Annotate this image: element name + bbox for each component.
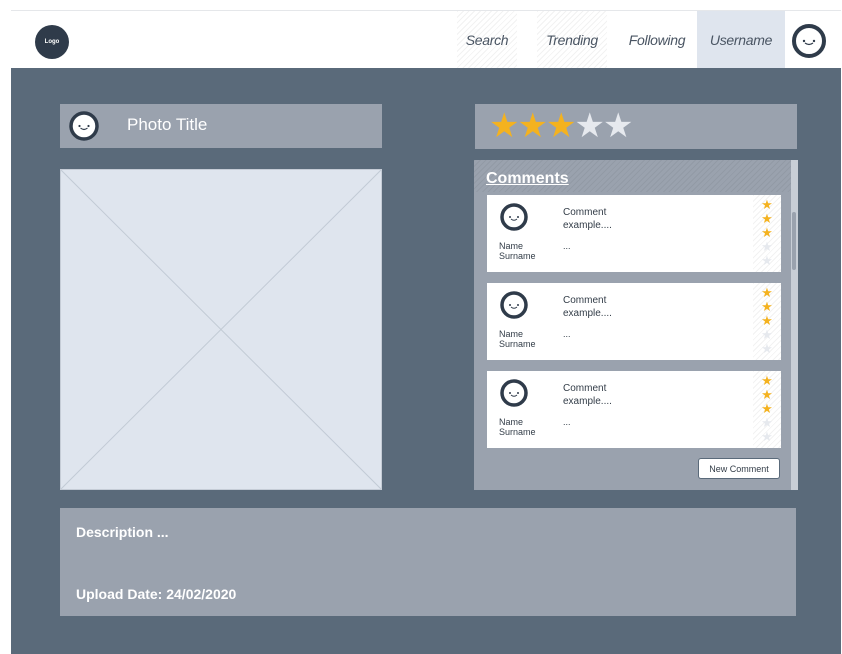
new-comment-button[interactable]: New Comment bbox=[698, 458, 780, 479]
commenter-name: Name Surname bbox=[499, 329, 536, 349]
top-nav-bar: Logo Search Trending Following Username bbox=[11, 10, 841, 69]
comment-text: Comment example.... bbox=[563, 206, 643, 232]
comments-header: Comments bbox=[474, 160, 792, 192]
upload-date: Upload Date: 24/02/2020 bbox=[76, 586, 237, 602]
star-filled-icon[interactable]: ★ bbox=[489, 107, 520, 145]
comment-text-line: example.... bbox=[563, 220, 612, 231]
comment-text-line: Comment bbox=[563, 383, 607, 394]
commenter-first-name: Name bbox=[499, 241, 524, 251]
comment-rating-stars: ★ ★ ★ ★ ★ bbox=[753, 283, 781, 360]
comment-card: Name Surname Comment example.... ... ★ ★ ★… bbox=[487, 195, 781, 272]
app-frame: Logo Search Trending Following Username bbox=[11, 10, 841, 654]
comment-more-text: ... bbox=[563, 241, 571, 251]
comment-text-line: Comment bbox=[563, 295, 607, 306]
commenter-surname: Surname bbox=[499, 427, 536, 437]
star-empty-icon: ★ bbox=[761, 415, 773, 430]
star-filled-icon: ★ bbox=[761, 285, 773, 300]
comment-card: Name Surname Comment example.... ... ★ ★ ★… bbox=[487, 371, 781, 448]
logo[interactable]: Logo bbox=[35, 25, 69, 59]
star-filled-icon: ★ bbox=[761, 313, 773, 328]
star-filled-icon: ★ bbox=[761, 387, 773, 402]
main-content: Photo Title ★★★★★ Comments Name Surname … bbox=[11, 68, 841, 654]
photo-description: Description ... bbox=[76, 524, 169, 540]
photo-title-bar: Photo Title bbox=[60, 104, 382, 148]
comment-text-line: Comment bbox=[563, 207, 607, 218]
star-filled-icon: ★ bbox=[761, 299, 773, 314]
user-avatar-icon[interactable] bbox=[791, 23, 827, 59]
commenter-first-name: Name bbox=[499, 329, 524, 339]
star-empty-icon: ★ bbox=[761, 429, 773, 444]
commenter-surname: Surname bbox=[499, 251, 536, 261]
nav-trending[interactable]: Trending bbox=[537, 11, 607, 69]
commenter-avatar-icon[interactable] bbox=[499, 202, 529, 232]
star-filled-icon: ★ bbox=[761, 211, 773, 226]
comment-rating-stars: ★ ★ ★ ★ ★ bbox=[753, 195, 781, 272]
comment-rating-stars: ★ ★ ★ ★ ★ bbox=[753, 371, 781, 448]
commenter-first-name: Name bbox=[499, 417, 524, 427]
photo-rating-bar: ★★★★★ bbox=[475, 104, 797, 149]
comment-text-line: example.... bbox=[563, 308, 612, 319]
photo-rating-stars[interactable]: ★★★★★ bbox=[489, 107, 634, 145]
star-filled-icon: ★ bbox=[761, 373, 773, 388]
author-avatar-icon[interactable] bbox=[68, 110, 100, 142]
commenter-avatar-icon[interactable] bbox=[499, 378, 529, 408]
comment-text-line: example.... bbox=[563, 396, 612, 407]
star-empty-icon: ★ bbox=[761, 253, 773, 268]
scrollbar-thumb[interactable] bbox=[792, 212, 796, 270]
commenter-name: Name Surname bbox=[499, 241, 536, 261]
comment-card: Name Surname Comment example.... ... ★ ★ ★… bbox=[487, 283, 781, 360]
star-empty-icon[interactable]: ★ bbox=[574, 107, 605, 145]
star-empty-icon: ★ bbox=[761, 239, 773, 254]
star-filled-icon: ★ bbox=[761, 401, 773, 416]
star-empty-icon: ★ bbox=[761, 327, 773, 342]
comment-more-text: ... bbox=[563, 417, 571, 427]
comment-text: Comment example.... bbox=[563, 382, 643, 408]
comments-scrollbar[interactable] bbox=[791, 160, 798, 490]
comments-panel: Comments Name Surname Comment example...… bbox=[474, 160, 798, 490]
nav-search[interactable]: Search bbox=[457, 11, 517, 69]
star-filled-icon[interactable]: ★ bbox=[546, 107, 577, 145]
photo-placeholder-image bbox=[60, 169, 382, 490]
photo-title: Photo Title bbox=[127, 115, 208, 134]
star-filled-icon: ★ bbox=[761, 197, 773, 212]
commenter-surname: Surname bbox=[499, 339, 536, 349]
description-panel: Description ... Upload Date: 24/02/2020 bbox=[60, 508, 796, 616]
star-filled-icon: ★ bbox=[761, 225, 773, 240]
nav-following[interactable]: Following bbox=[619, 11, 695, 69]
comment-more-text: ... bbox=[563, 329, 571, 339]
comments-title[interactable]: Comments bbox=[486, 170, 569, 188]
commenter-avatar-icon[interactable] bbox=[499, 290, 529, 320]
commenter-name: Name Surname bbox=[499, 417, 536, 437]
star-empty-icon: ★ bbox=[761, 341, 773, 356]
nav-username[interactable]: Username bbox=[697, 11, 785, 69]
star-filled-icon[interactable]: ★ bbox=[517, 107, 548, 145]
comment-text: Comment example.... bbox=[563, 294, 643, 320]
star-empty-icon[interactable]: ★ bbox=[603, 107, 634, 145]
